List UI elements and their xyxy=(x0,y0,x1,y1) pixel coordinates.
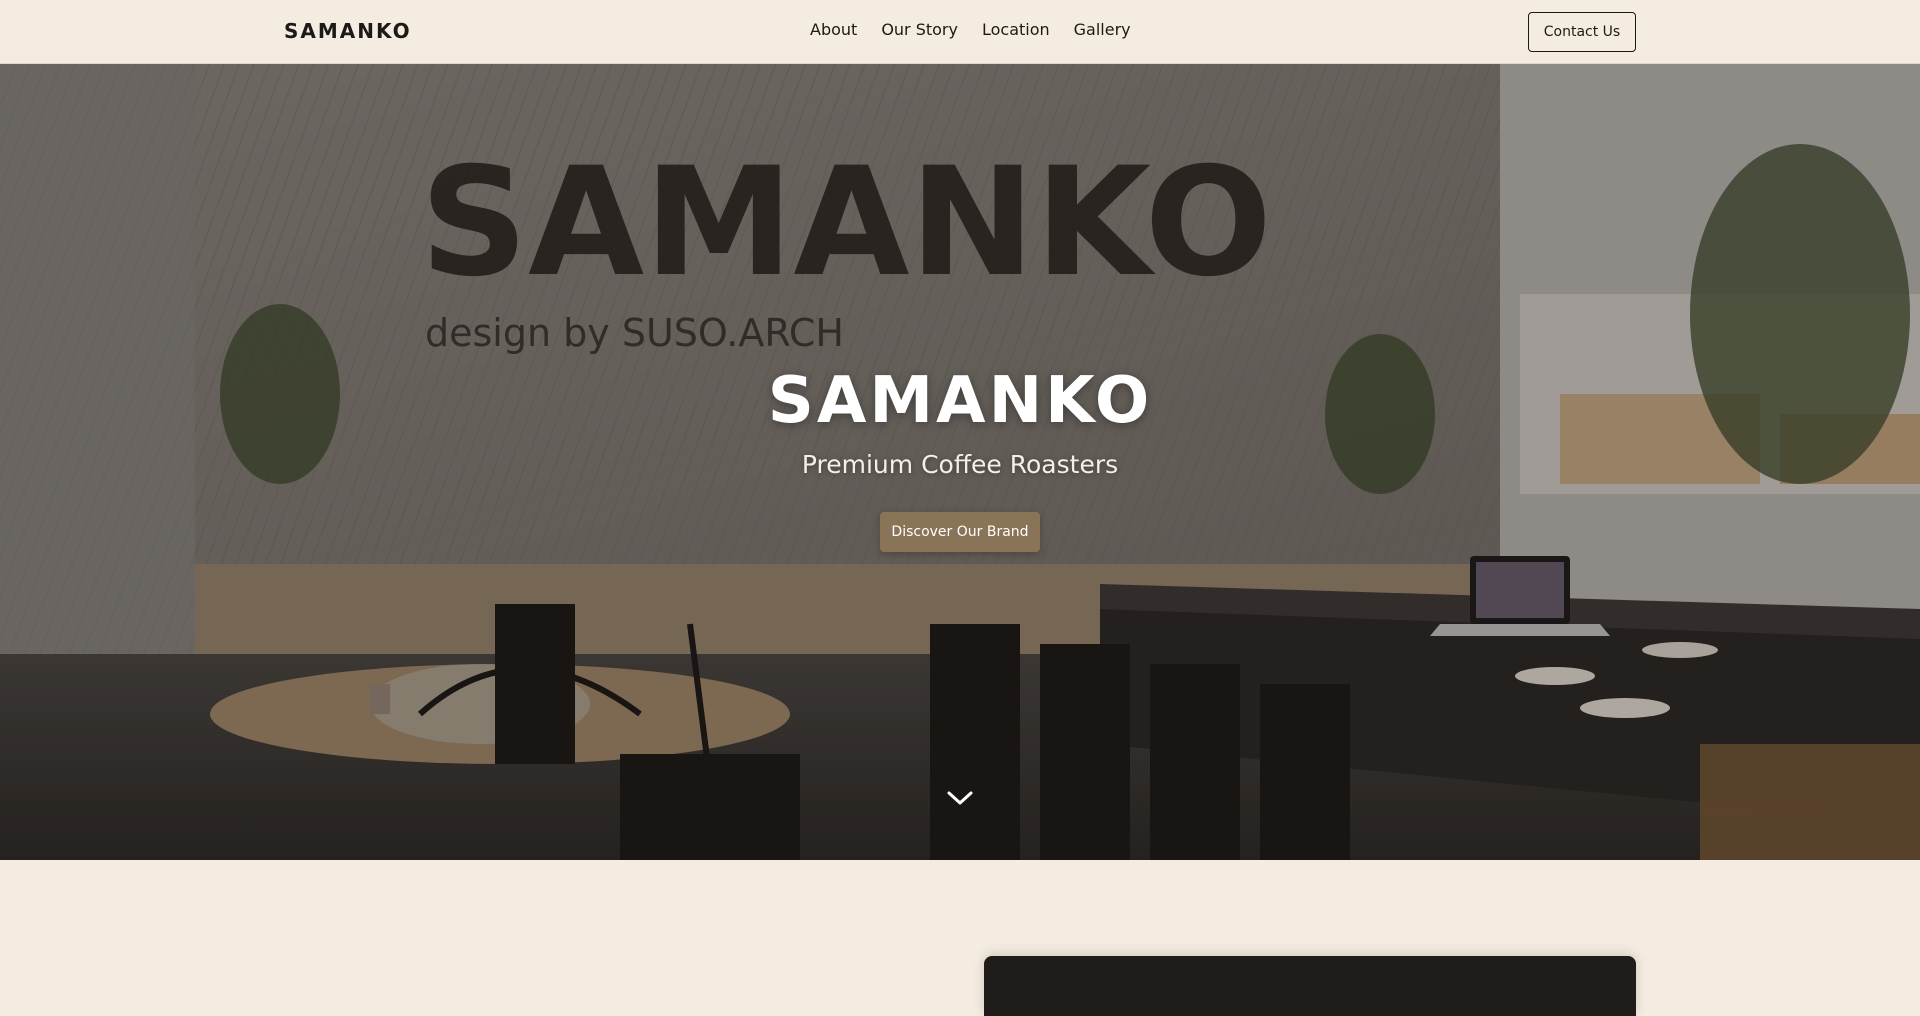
nav-link-about[interactable]: About xyxy=(810,20,857,39)
brand-logo[interactable]: SAMANKO xyxy=(284,19,412,43)
nav-link-location[interactable]: Location xyxy=(982,20,1050,39)
site-header: SAMANKO About Our Story Location Gallery… xyxy=(0,0,1920,64)
discover-brand-button[interactable]: Discover Our Brand xyxy=(880,512,1040,552)
contact-us-button[interactable]: Contact Us xyxy=(1528,12,1636,52)
hero-subtitle: Premium Coffee Roasters xyxy=(801,450,1119,479)
about-image-card xyxy=(984,956,1636,1016)
hero-title: SAMANKO xyxy=(767,364,1153,438)
nav-link-our-story[interactable]: Our Story xyxy=(881,20,958,39)
nav-link-gallery[interactable]: Gallery xyxy=(1074,20,1131,39)
main-nav: About Our Story Location Gallery xyxy=(810,20,1131,39)
chevron-down-icon[interactable] xyxy=(946,788,974,808)
hero-section: SAMANKO design by SUSO.ARCH SAMANKO Prem… xyxy=(0,64,1920,860)
